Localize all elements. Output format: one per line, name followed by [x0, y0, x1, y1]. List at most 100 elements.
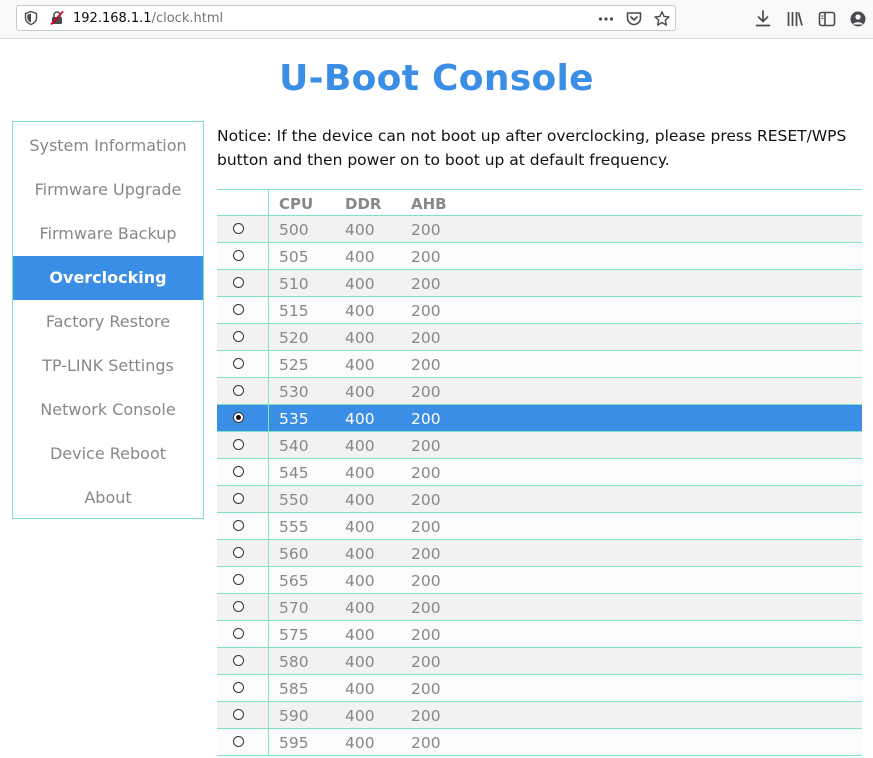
- page-actions-icon[interactable]: [597, 10, 615, 28]
- ahb-cell: 200: [411, 545, 441, 563]
- shield-icon[interactable]: [23, 10, 39, 26]
- table-row[interactable]: 585 400 200: [217, 675, 862, 702]
- ddr-cell: 400: [345, 707, 375, 725]
- frequency-radio[interactable]: [233, 304, 244, 315]
- cpu-cell: 540: [279, 437, 309, 455]
- ahb-cell: 200: [411, 302, 441, 320]
- bookmark-star-icon[interactable]: [653, 10, 671, 28]
- table-row[interactable]: 580 400 200: [217, 648, 862, 675]
- frequency-radio[interactable]: [233, 601, 244, 612]
- frequency-radio[interactable]: [233, 736, 244, 747]
- ddr-cell: 400: [345, 329, 375, 347]
- cpu-cell: 580: [279, 653, 309, 671]
- ddr-cell: 400: [345, 464, 375, 482]
- frequency-radio[interactable]: [233, 439, 244, 450]
- cpu-cell: 520: [279, 329, 309, 347]
- ahb-cell: 200: [411, 248, 441, 266]
- ddr-cell: 400: [345, 626, 375, 644]
- frequency-radio[interactable]: [233, 358, 244, 369]
- ahb-cell: 200: [411, 707, 441, 725]
- table-row[interactable]: 530 400 200: [217, 378, 862, 405]
- ahb-cell: 200: [411, 275, 441, 293]
- table-row[interactable]: 595 400 200: [217, 729, 862, 756]
- cpu-cell: 505: [279, 248, 309, 266]
- cpu-cell: 575: [279, 626, 309, 644]
- pocket-icon[interactable]: [625, 10, 643, 28]
- sidebar-item-firmware-upgrade[interactable]: Firmware Upgrade: [13, 168, 203, 212]
- cpu-cell: 590: [279, 707, 309, 725]
- frequency-radio[interactable]: [233, 250, 244, 261]
- ahb-cell: 200: [411, 410, 441, 428]
- table-row[interactable]: 535 400 200: [217, 405, 862, 432]
- ddr-cell: 400: [345, 491, 375, 509]
- url-bar[interactable]: 192.168.1.1/clock.html: [16, 5, 676, 31]
- notice-text: Notice: If the device can not boot up af…: [217, 127, 847, 169]
- sidebar-item-factory-restore[interactable]: Factory Restore: [13, 300, 203, 344]
- frequency-radio[interactable]: [233, 682, 244, 693]
- cpu-cell: 525: [279, 356, 309, 374]
- sidebar-item-firmware-backup[interactable]: Firmware Backup: [13, 212, 203, 256]
- frequency-radio[interactable]: [233, 412, 244, 423]
- sidebar-item-about[interactable]: About: [13, 476, 203, 520]
- table-row[interactable]: 540 400 200: [217, 432, 862, 459]
- table-row[interactable]: 505 400 200: [217, 243, 862, 270]
- frequency-radio[interactable]: [233, 709, 244, 720]
- ahb-cell: 200: [411, 626, 441, 644]
- library-icon[interactable]: [785, 9, 805, 29]
- sidebar-item-network-console[interactable]: Network Console: [13, 388, 203, 432]
- table-row[interactable]: 590 400 200: [217, 702, 862, 729]
- insecure-lock-icon[interactable]: [49, 10, 65, 26]
- ahb-cell: 200: [411, 518, 441, 536]
- frequency-radio[interactable]: [233, 385, 244, 396]
- sidebar-item-overclocking[interactable]: Overclocking: [13, 256, 203, 300]
- ddr-cell: 400: [345, 248, 375, 266]
- cpu-cell: 530: [279, 383, 309, 401]
- ddr-cell: 400: [345, 383, 375, 401]
- table-row[interactable]: 525 400 200: [217, 351, 862, 378]
- table-row[interactable]: 515 400 200: [217, 297, 862, 324]
- sidebar-item-system-information[interactable]: System Information: [13, 124, 203, 168]
- cpu-cell: 515: [279, 302, 309, 320]
- table-row[interactable]: 570 400 200: [217, 594, 862, 621]
- ahb-cell: 200: [411, 383, 441, 401]
- frequency-radio[interactable]: [233, 223, 244, 234]
- frequency-radio[interactable]: [233, 628, 244, 639]
- ahb-cell: 200: [411, 653, 441, 671]
- sidebar-toggle-icon[interactable]: [817, 9, 837, 29]
- header-ahb: AHB: [411, 195, 447, 213]
- frequency-radio[interactable]: [233, 331, 244, 342]
- frequency-radio[interactable]: [233, 466, 244, 477]
- account-icon[interactable]: [848, 9, 868, 29]
- cpu-cell: 555: [279, 518, 309, 536]
- cpu-cell: 545: [279, 464, 309, 482]
- frequency-radio[interactable]: [233, 493, 244, 504]
- table-row[interactable]: 510 400 200: [217, 270, 862, 297]
- table-row[interactable]: 550 400 200: [217, 486, 862, 513]
- frequency-radio[interactable]: [233, 547, 244, 558]
- table-header: CPU DDR AHB: [217, 189, 862, 216]
- url-text[interactable]: 192.168.1.1/clock.html: [73, 11, 223, 26]
- table-row[interactable]: 500 400 200: [217, 216, 862, 243]
- table-row[interactable]: 520 400 200: [217, 324, 862, 351]
- table-row[interactable]: 555 400 200: [217, 513, 862, 540]
- ahb-cell: 200: [411, 221, 441, 239]
- browser-toolbar: 192.168.1.1/clock.html: [0, 0, 873, 39]
- url-path: /clock.html: [151, 11, 224, 26]
- frequency-radio[interactable]: [233, 277, 244, 288]
- table-row[interactable]: 575 400 200: [217, 621, 862, 648]
- sidebar-item-device-reboot[interactable]: Device Reboot: [13, 432, 203, 476]
- downloads-icon[interactable]: [753, 9, 773, 29]
- frequency-radio[interactable]: [233, 520, 244, 531]
- table-row[interactable]: 545 400 200: [217, 459, 862, 486]
- ahb-cell: 200: [411, 356, 441, 374]
- table-row[interactable]: 560 400 200: [217, 540, 862, 567]
- ddr-cell: 400: [345, 410, 375, 428]
- cpu-cell: 565: [279, 572, 309, 590]
- sidebar-item-tp-link-settings[interactable]: TP-LINK Settings: [13, 344, 203, 388]
- ddr-cell: 400: [345, 680, 375, 698]
- table-row[interactable]: 565 400 200: [217, 567, 862, 594]
- frequency-radio[interactable]: [233, 574, 244, 585]
- sidebar-nav: System Information Firmware Upgrade Firmwa…: [12, 121, 204, 519]
- frequency-radio[interactable]: [233, 655, 244, 666]
- ahb-cell: 200: [411, 734, 441, 752]
